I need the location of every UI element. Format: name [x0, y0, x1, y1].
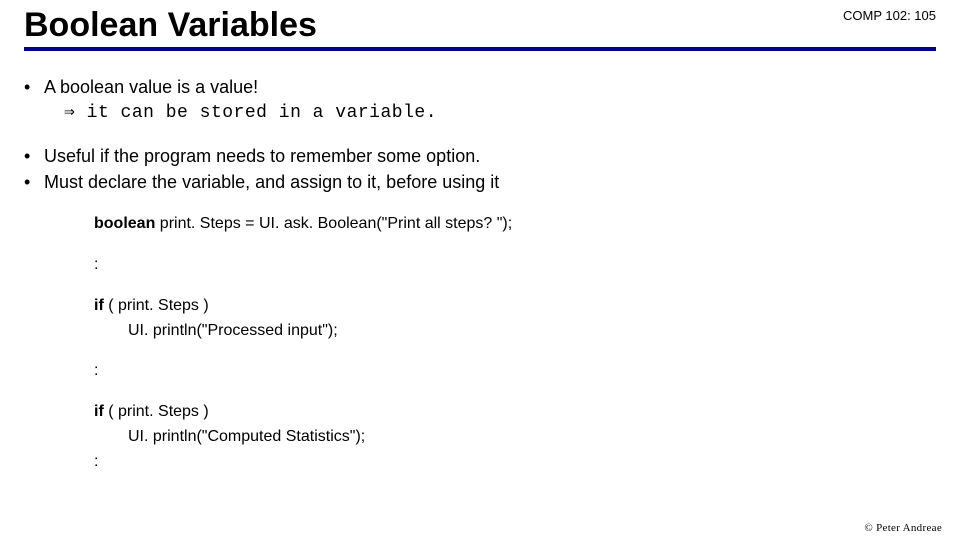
code-text: ( print. Steps )	[104, 297, 209, 314]
code-line-if1: if ( print. Steps )	[94, 294, 936, 319]
code-text: ( print. Steps )	[104, 403, 209, 420]
code-line-if2-body: UI. println("Computed Statistics");	[94, 425, 936, 450]
code-line-colon: :	[94, 253, 936, 278]
bullet-dot: •	[24, 170, 44, 194]
code-line-decl: boolean print. Steps = UI. ask. Boolean(…	[94, 212, 936, 237]
copyright-footer: © Peter Andreae	[864, 522, 942, 534]
keyword-boolean: boolean	[94, 215, 155, 232]
bullet-dot: •	[24, 144, 44, 168]
header: Boolean Variables COMP 102: 105	[0, 0, 960, 45]
page-title: Boolean Variables	[24, 6, 317, 45]
keyword-if: if	[94, 403, 104, 420]
code-line-if1-body: UI. println("Processed input");	[94, 319, 936, 344]
code-line-colon: :	[94, 359, 936, 384]
code-text: print. Steps = UI. ask. Boolean("Print a…	[155, 215, 512, 232]
bullet-text: A boolean value is a value!	[44, 75, 936, 99]
bullet-2: • Useful if the program needs to remembe…	[24, 144, 936, 168]
course-code: COMP 102: 105	[843, 6, 940, 23]
bullet-1-sub: ⇒ it can be stored in a variable.	[24, 101, 936, 125]
bullet-dot: •	[24, 75, 44, 99]
code-line-if2: if ( print. Steps )	[94, 400, 936, 425]
code-line-colon: :	[94, 450, 936, 475]
bullet-text: Useful if the program needs to remember …	[44, 144, 936, 168]
code-block: boolean print. Steps = UI. ask. Boolean(…	[24, 212, 936, 474]
bullet-1: • A boolean value is a value!	[24, 75, 936, 99]
keyword-if: if	[94, 297, 104, 314]
bullet-text: Must declare the variable, and assign to…	[44, 170, 936, 194]
slide-content: • A boolean value is a value! ⇒ it can b…	[0, 51, 960, 475]
bullet-3: • Must declare the variable, and assign …	[24, 170, 936, 194]
